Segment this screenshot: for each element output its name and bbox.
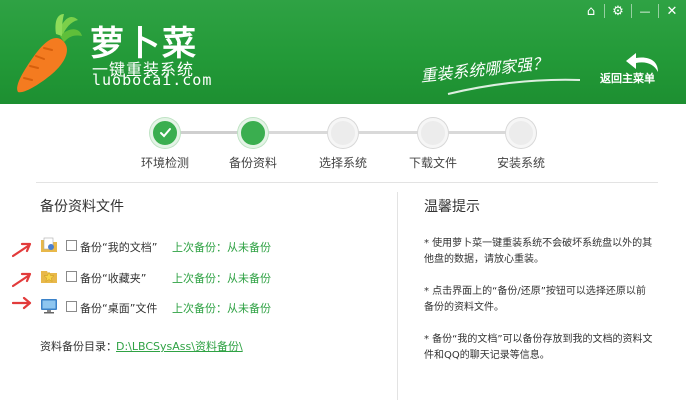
app-header: 萝卜菜 一键重装系统 luobocai.com 重装系统哪家强？ 返回主菜单 ⌂… [0, 0, 686, 104]
step-connector [358, 131, 420, 134]
tips-panel: 温馨提示 * 使用萝卜菜一键重装系统不会破坏系统盘以外的其他盘的数据，请放心重装… [424, 196, 664, 396]
step-3-label: 选择系统 [318, 156, 367, 170]
step-progress: 环境检测 备份资料 选择系统 下载文件 安装系统 [0, 104, 686, 180]
step-connector [268, 131, 330, 134]
backup-favorites-label: 备份“收藏夹” [80, 272, 147, 285]
backup-title: 备份资料文件 [40, 199, 124, 215]
back-to-menu-label: 返回主菜单 [600, 72, 655, 85]
my-documents-folder-icon [41, 237, 57, 252]
titlebar-separator [658, 4, 659, 18]
close-icon[interactable]: ✕ [661, 4, 683, 20]
titlebar-separator [604, 4, 605, 18]
backup-documents-label: 备份“我的文档” [80, 241, 158, 254]
content-divider [36, 182, 658, 183]
carrot-logo-icon [17, 14, 82, 93]
step-1-label: 环境检测 [140, 156, 189, 170]
tip-item: * 点击界面上的“备份/还原”按钮可以选择还原以前备份的资料文件。 [424, 286, 646, 313]
backup-documents-checkbox[interactable] [66, 240, 77, 251]
tip-item: * 使用萝卜菜一键重装系统不会破坏系统盘以外的其他盘的数据，请放心重装。 [424, 238, 653, 265]
step-5-label: 安装系统 [496, 156, 545, 170]
titlebar-separator [631, 4, 632, 18]
backup-favorites-status: 上次备份：从未备份 [172, 272, 271, 285]
back-to-menu-button[interactable]: 返回主菜单 [592, 52, 680, 86]
tip-item: * 备份“我的文档”可以备份存放到我的文档的资料文件和QQ的聊天记录等信息。 [424, 334, 653, 361]
tips-title: 温馨提示 [424, 199, 480, 215]
backup-panel: 备份资料文件 备份“我的文档” 上次备份：从未备份 备份“收藏夹” 上次备份：从… [40, 196, 390, 396]
backup-favorites-checkbox[interactable] [66, 271, 77, 282]
step-4-indicator [418, 118, 448, 148]
checkmark-icon [160, 128, 171, 138]
step-3-indicator [328, 118, 358, 148]
backup-documents-status: 上次备份：从未备份 [172, 241, 271, 254]
step-2-label: 备份资料 [228, 156, 277, 170]
desktop-monitor-icon [41, 299, 57, 314]
backup-item-documents: 备份“我的文档” 上次备份：从未备份 [40, 236, 390, 256]
step-2-indicator [238, 118, 268, 148]
backup-dir-label: 资料备份目录： [40, 340, 117, 353]
swoosh-decoration-icon [447, 78, 581, 95]
backup-desktop-label: 备份“桌面”文件 [80, 302, 158, 315]
backup-item-favorites: 备份“收藏夹” 上次备份：从未备份 [40, 267, 390, 287]
backup-desktop-checkbox[interactable] [66, 301, 77, 312]
favorites-folder-icon [41, 271, 57, 283]
backup-dir-link[interactable]: D:\LBCSysAss\资料备份\ [116, 338, 243, 354]
red-arrow-icon [12, 296, 32, 310]
red-arrow-icon [12, 272, 32, 288]
red-arrow-icon [12, 242, 32, 258]
step-1-indicator [150, 118, 180, 148]
step-5-indicator [506, 118, 536, 148]
step-connector [180, 131, 240, 134]
settings-gear-icon[interactable]: ⚙ [607, 4, 629, 20]
brand-url: luobocai.com [92, 71, 213, 89]
backup-desktop-status: 上次备份：从未备份 [172, 302, 271, 315]
panel-separator [397, 192, 398, 400]
step-4-label: 下载文件 [408, 156, 457, 170]
home-icon[interactable]: ⌂ [580, 4, 602, 20]
step-connector [448, 131, 508, 134]
minimize-icon[interactable]: — [634, 4, 656, 20]
backup-item-desktop: 备份“桌面”文件 上次备份：从未备份 [40, 297, 390, 317]
